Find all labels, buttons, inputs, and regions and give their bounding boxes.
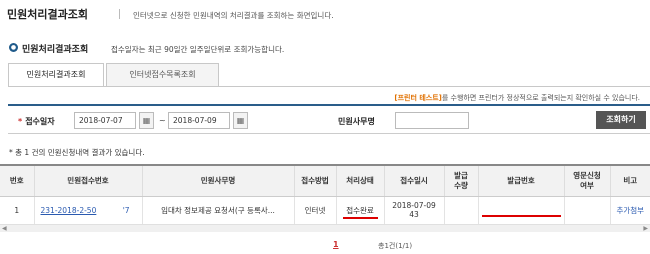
notice-text: 를 수행하면 프린터가 정상적으로 출력되는지 확인하실 수 있습니다. (441, 94, 640, 102)
title-divider (119, 9, 120, 19)
cell-note: 추가첨부 (610, 196, 650, 225)
page-title: 민원처리결과조회 (7, 8, 88, 21)
table-row: 1 231-2018-2-50 '7 임대차 정보제공 요청서(구 등록사...… (0, 196, 650, 225)
result-count: * 총 1 건의 민원신청내역 결과가 있습니다. (9, 148, 145, 157)
cell-english (564, 196, 611, 225)
cell-no: 1 (0, 196, 35, 225)
col-header-date: 접수일시 (384, 164, 445, 197)
col-header-method: 접수방법 (294, 164, 337, 197)
additional-attach-link[interactable]: 추가첨부 (616, 206, 644, 215)
search-button[interactable]: 조회하기 (596, 111, 646, 129)
cell-date: 2018-07-09 43 (384, 196, 445, 225)
calendar-icon[interactable]: ▦ (233, 112, 248, 129)
required-mark: * (18, 117, 23, 126)
status-underline (342, 216, 378, 219)
date-label-text: 접수일자 (25, 117, 55, 126)
cell-petition-name: 임대차 정보제공 요청서(구 등록사... (142, 196, 295, 225)
tab-internet-receipt-list[interactable]: 인터넷접수목록조회 (106, 63, 219, 87)
petition-name-label: 민원사무명 (338, 117, 375, 126)
col-header-status: 처리상태 (336, 164, 385, 197)
date-to-input[interactable]: 2018-07-09 (168, 112, 230, 129)
tab-divider (8, 86, 650, 87)
printer-test-notice: [프린터 테스트]를 수행하면 프린터가 정상적으로 출력되는지 확인하실 수 … (394, 93, 640, 103)
date-from-input[interactable]: 2018-07-07 (74, 112, 136, 129)
cell-issue-qty (444, 196, 479, 225)
table-header-row: 번호 민원접수번호 민원사무명 접수방법 처리상태 접수일시 발급 수량 발급번… (0, 164, 650, 197)
page-description: 인터넷으로 신청한 민원내역의 처리결과를 조회하는 화면입니다. (133, 11, 334, 20)
issue-no-underline (481, 214, 561, 217)
search-form: * 접수일자 2018-07-07 ▦ ~ 2018-07-09 ▦ 민원사무명 … (8, 104, 650, 134)
receipt-no-link[interactable]: 231-2018-2-50 (41, 206, 97, 215)
date-line2: 43 (409, 210, 419, 219)
section-bullet-icon: ● (9, 43, 18, 52)
page-info: 총1건(1/1) (378, 242, 413, 250)
cell-issue-no (478, 196, 565, 225)
date-line1: 2018-07-09 (392, 201, 436, 210)
cell-receipt-no: 231-2018-2-50 '7 (34, 196, 143, 225)
section-title: 민원처리결과조회 (22, 45, 89, 55)
tab-result-inquiry[interactable]: 민원처리결과조회 (8, 63, 104, 87)
scroll-right-icon[interactable]: ▶ (643, 225, 648, 232)
page-number-current[interactable]: 1 (333, 240, 339, 249)
horizontal-scrollbar[interactable]: ◀ ▶ (0, 224, 650, 232)
petition-name-input[interactable] (395, 112, 469, 129)
cell-method: 인터넷 (294, 196, 337, 225)
results-table: 번호 민원접수번호 민원사무명 접수방법 처리상태 접수일시 발급 수량 발급번… (0, 164, 650, 225)
cell-status: 접수완료 (336, 196, 385, 225)
status-text: 접수완료 (346, 205, 374, 215)
col-header-receipt-no: 민원접수번호 (34, 164, 143, 197)
section-description: 접수일자는 최근 90일간 일주일단위로 조회가능합니다. (111, 45, 285, 54)
calendar-icon[interactable]: ▦ (139, 112, 154, 129)
date-range-separator: ~ (159, 116, 166, 125)
col-header-issue-qty: 발급 수량 (444, 164, 479, 197)
col-header-no: 번호 (0, 164, 35, 197)
col-header-note: 비고 (610, 164, 650, 197)
col-header-issue-no: 발급번호 (478, 164, 565, 197)
col-header-english: 영문신청 여부 (564, 164, 611, 197)
scroll-left-icon[interactable]: ◀ (2, 225, 7, 232)
date-label: * 접수일자 (18, 116, 55, 127)
receipt-no-suffix: '7 (122, 205, 130, 215)
printer-test-link[interactable]: [프린터 테스트] (394, 94, 441, 102)
col-header-petition-name: 민원사무명 (142, 164, 295, 197)
